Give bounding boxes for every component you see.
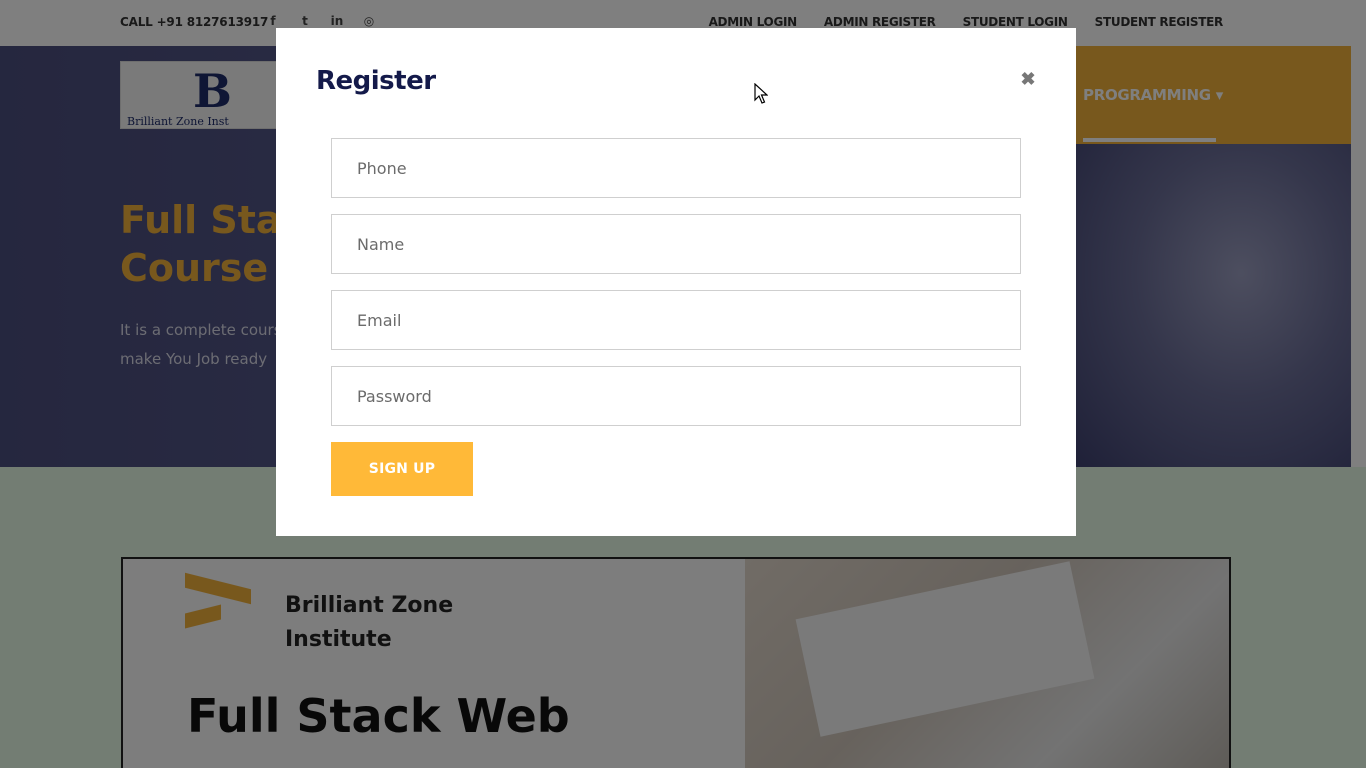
register-modal: Register ✖ SIGN UP <box>276 28 1076 536</box>
close-icon[interactable]: ✖ <box>1017 68 1039 90</box>
phone-input[interactable] <box>331 138 1021 198</box>
modal-title: Register <box>316 66 436 96</box>
mouse-cursor-icon <box>754 83 768 104</box>
password-input[interactable] <box>331 366 1021 426</box>
email-input[interactable] <box>331 290 1021 350</box>
name-input[interactable] <box>331 214 1021 274</box>
sign-up-button[interactable]: SIGN UP <box>331 442 473 496</box>
